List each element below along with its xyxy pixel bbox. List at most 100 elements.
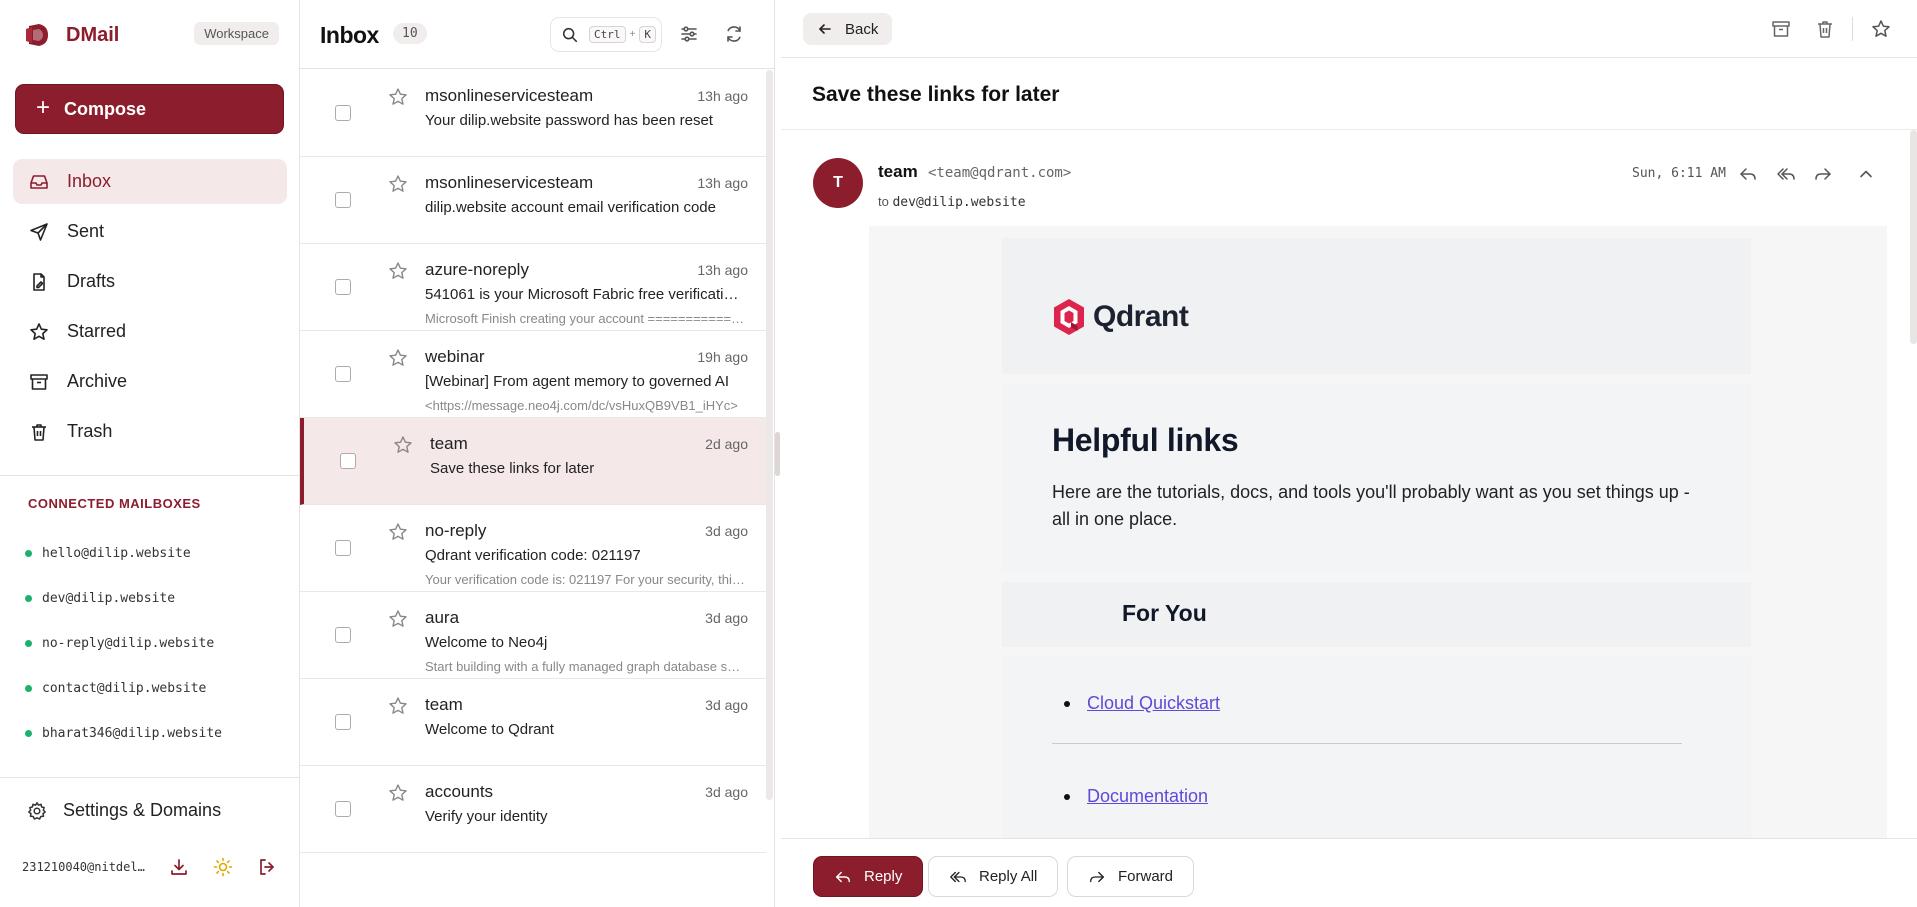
logout-icon[interactable] xyxy=(257,857,277,877)
nav-item-trash[interactable]: Trash xyxy=(13,409,287,454)
compose-button[interactable]: + Compose xyxy=(15,84,284,134)
star-toggle-icon[interactable] xyxy=(388,696,408,716)
link-item: Cloud Quickstart xyxy=(1064,693,1220,714)
star-icon[interactable] xyxy=(1871,19,1891,39)
email-row-selected[interactable]: team 2d ago Save these links for later xyxy=(300,418,766,505)
arrow-left-icon xyxy=(819,24,831,34)
workspace-badge[interactable]: Workspace xyxy=(194,22,279,45)
star-toggle-icon[interactable] xyxy=(388,348,408,368)
select-checkbox[interactable] xyxy=(340,453,356,469)
select-checkbox[interactable] xyxy=(335,105,351,121)
email-sender: azure-noreply xyxy=(425,260,529,279)
search-button[interactable]: Ctrl + K xyxy=(550,17,662,52)
email-subject-title: Save these links for later xyxy=(812,83,1060,106)
list-scrollbar[interactable] xyxy=(766,70,773,800)
status-dot-icon xyxy=(25,730,32,737)
trash-icon[interactable] xyxy=(1815,19,1835,39)
helpful-links-heading: Helpful links xyxy=(1052,422,1239,458)
helpful-links-card: Helpful links Here are the tutorials, do… xyxy=(1002,384,1751,572)
mailbox-item[interactable]: contact@dilip.website xyxy=(25,666,222,711)
select-checkbox[interactable] xyxy=(335,366,351,382)
email-row[interactable]: msonlineservicesteam 13h ago dilip.websi… xyxy=(300,157,766,244)
cloud-quickstart-link[interactable]: Cloud Quickstart xyxy=(1087,693,1220,714)
email-row[interactable]: team 3d ago Welcome to Qdrant xyxy=(300,679,766,766)
email-row[interactable]: accounts 3d ago Verify your identity xyxy=(300,766,766,853)
select-checkbox[interactable] xyxy=(335,801,351,817)
mailbox-item[interactable]: bharat346@dilip.website xyxy=(25,711,222,756)
reader-toolbar: Back xyxy=(781,0,1917,58)
select-checkbox[interactable] xyxy=(335,627,351,643)
send-icon xyxy=(30,222,48,241)
sender-avatar: T xyxy=(813,158,863,208)
chevron-up-icon[interactable] xyxy=(1856,164,1876,184)
email-row[interactable]: webinar 19h ago [Webinar] From agent mem… xyxy=(300,331,766,418)
forward-button[interactable]: Forward xyxy=(1067,856,1195,897)
mailbox-address: dev@dilip.website xyxy=(42,591,176,606)
back-button[interactable]: Back xyxy=(803,13,893,45)
nav-item-label: Drafts xyxy=(67,271,116,291)
email-subject: 541061 is your Microsoft Fabric free ver… xyxy=(425,286,745,303)
star-toggle-icon[interactable] xyxy=(388,87,408,107)
email-row[interactable]: msonlineservicesteam 13h ago Your dilip.… xyxy=(300,70,766,157)
app-name: DMail xyxy=(66,23,120,46)
mailbox-item[interactable]: hello@dilip.website xyxy=(25,531,222,576)
brand[interactable]: DMail xyxy=(24,20,119,50)
sun-icon[interactable] xyxy=(213,857,233,877)
shortcut-key-ctrl: Ctrl xyxy=(589,26,626,43)
mailbox-item[interactable]: dev@dilip.website xyxy=(25,576,222,621)
email-row[interactable]: aura 3d ago Welcome to Neo4j Start build… xyxy=(300,592,766,679)
select-checkbox[interactable] xyxy=(335,279,351,295)
nav-item-label: Trash xyxy=(67,421,113,441)
email-logo-card: Qdrant xyxy=(1002,238,1751,374)
email-subject: Save these links for later xyxy=(430,460,595,477)
documentation-link[interactable]: Documentation xyxy=(1087,786,1208,807)
email-subject: dilip.website account email verification… xyxy=(425,199,716,216)
to-prefix: to xyxy=(878,194,889,209)
settings-domains-link[interactable]: Settings & Domains xyxy=(27,800,221,821)
reply-icon[interactable] xyxy=(1738,164,1758,184)
select-checkbox[interactable] xyxy=(335,192,351,208)
star-toggle-icon[interactable] xyxy=(388,609,408,629)
reader-scrollbar[interactable] xyxy=(1910,130,1917,344)
star-icon xyxy=(30,322,48,340)
inbox-icon xyxy=(30,174,48,189)
select-checkbox[interactable] xyxy=(335,540,351,556)
download-icon[interactable] xyxy=(169,857,189,877)
email-time: 13h ago xyxy=(697,175,748,191)
panel-resize-handle[interactable] xyxy=(775,432,780,476)
status-dot-icon xyxy=(25,685,32,692)
star-toggle-icon[interactable] xyxy=(388,261,408,281)
email-row[interactable]: no-reply 3d ago Qdrant verification code… xyxy=(300,505,766,592)
reply-all-button[interactable]: Reply All xyxy=(928,856,1059,897)
to-line: to dev@dilip.website xyxy=(878,194,1026,210)
email-sender: accounts xyxy=(425,782,494,801)
links-card: Cloud Quickstart Documentation xyxy=(1002,657,1751,838)
nav-item-archive[interactable]: Archive xyxy=(13,359,287,404)
refresh-icon[interactable] xyxy=(724,24,744,44)
email-preview: Start building with a fully managed grap… xyxy=(425,659,747,674)
forward-icon[interactable] xyxy=(1813,164,1833,184)
mailbox-item[interactable]: no-reply@dilip.website xyxy=(25,621,222,666)
star-toggle-icon[interactable] xyxy=(393,435,413,455)
reply-all-icon[interactable] xyxy=(1776,164,1796,184)
archive-icon[interactable] xyxy=(1771,19,1791,39)
divider xyxy=(0,777,299,778)
nav-item-inbox[interactable]: Inbox xyxy=(13,159,287,204)
email-row[interactable]: azure-noreply 13h ago 541061 is your Mic… xyxy=(300,244,766,331)
email-subject: Verify your identity xyxy=(425,808,548,825)
trash-icon xyxy=(32,423,46,441)
star-toggle-icon[interactable] xyxy=(388,783,408,803)
mailbox-address: contact@dilip.website xyxy=(42,681,207,696)
star-toggle-icon[interactable] xyxy=(388,174,408,194)
star-toggle-icon[interactable] xyxy=(388,522,408,542)
reply-button[interactable]: Reply xyxy=(813,856,924,897)
filter-sliders-icon[interactable] xyxy=(679,24,699,44)
nav-item-sent[interactable]: Sent xyxy=(13,209,287,254)
back-label: Back xyxy=(845,20,879,38)
select-checkbox[interactable] xyxy=(335,714,351,730)
link-item: Documentation xyxy=(1064,786,1208,807)
nav-item-drafts[interactable]: Drafts xyxy=(13,259,287,304)
email-sender: aura xyxy=(425,608,460,627)
nav-item-starred[interactable]: Starred xyxy=(13,309,287,354)
divider xyxy=(781,129,1917,130)
